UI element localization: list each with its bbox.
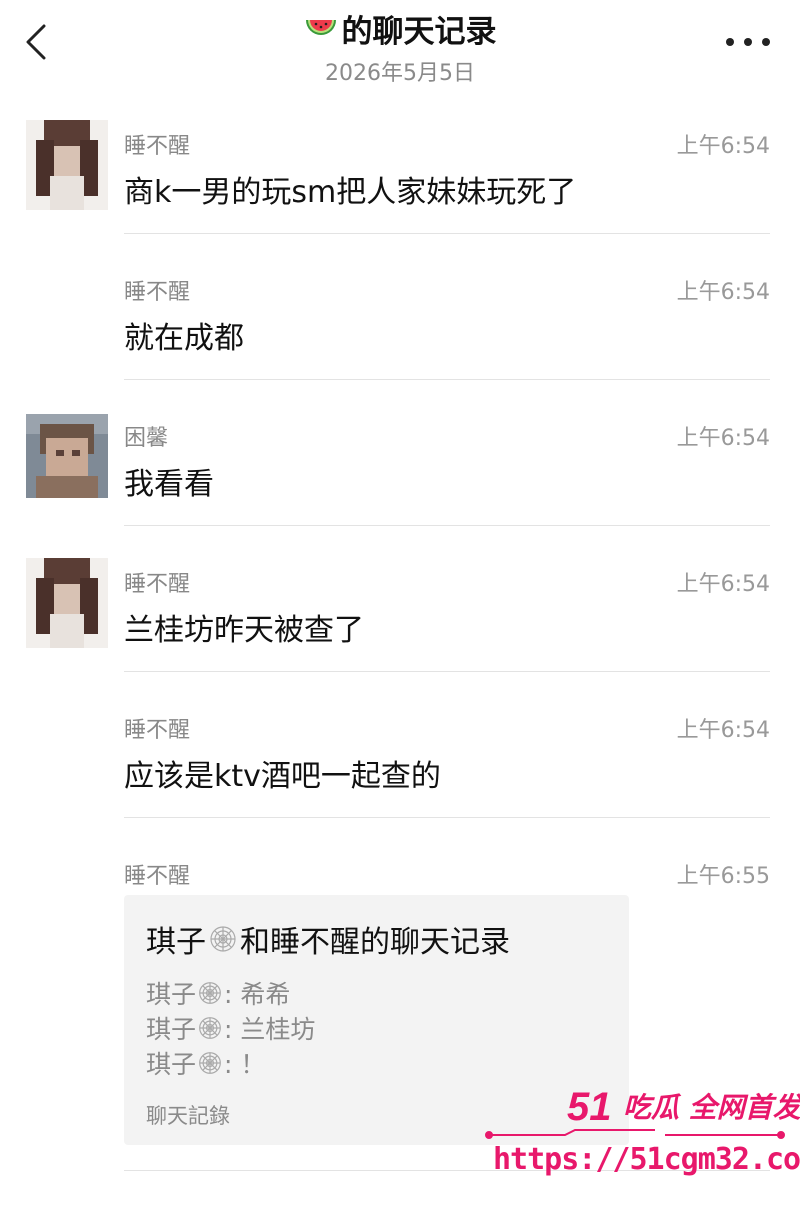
- chat-header: 的聊天记录 2026年5月5日: [0, 0, 800, 96]
- record-line-name: 琪子: [146, 1050, 197, 1079]
- message-divider: [124, 233, 770, 234]
- message-text: 兰桂坊昨天被查了: [124, 613, 364, 648]
- message-time: 上午6:54: [676, 572, 770, 597]
- record-footer: 聊天記錄: [146, 1104, 230, 1128]
- message-divider: [124, 817, 770, 818]
- spider-web-icon: [199, 1017, 221, 1039]
- record-line-text: : 兰桂坊: [224, 1015, 316, 1044]
- watermark-logo-text: 51: [567, 1085, 612, 1128]
- record-line-name: 琪子: [146, 1015, 197, 1044]
- record-line: 琪子 : 兰桂坊: [146, 1010, 315, 1046]
- title-text: 的聊天记录: [341, 14, 497, 50]
- message-time: 上午6:54: [676, 426, 770, 451]
- message-text: 应该是ktv酒吧一起查的: [124, 759, 441, 794]
- watermark-circuit-lines: [485, 1129, 785, 1139]
- spider-web-icon: [199, 1052, 221, 1074]
- record-line-text: : 希希: [224, 980, 291, 1009]
- chat-date: 2026年5月5日: [325, 61, 475, 86]
- watermelon-icon: [305, 19, 336, 35]
- spider-web-icon: [210, 926, 236, 952]
- message-time: 上午6:54: [676, 134, 770, 159]
- sender-name: 睡不醒: [124, 280, 191, 305]
- watermark-url: https://51cgm32.com: [493, 1142, 800, 1177]
- more-options-button[interactable]: [726, 30, 770, 54]
- watermark: 51 吃瓜 全网首发 https://51cgm32.com: [485, 1082, 800, 1182]
- more-dot-icon: [726, 38, 734, 46]
- record-title: 琪子 和睡不醒的聊天记录: [146, 917, 510, 961]
- avatar[interactable]: [26, 414, 108, 498]
- watermark-tagline: 吃瓜 全网首发: [623, 1091, 800, 1124]
- title-block: 的聊天记录 2026年5月5日: [0, 6, 800, 87]
- message-time: 上午6:55: [676, 864, 770, 889]
- message-divider: [124, 525, 770, 526]
- message-divider: [124, 671, 770, 672]
- spider-web-icon: [199, 982, 221, 1004]
- sender-name: 睡不醒: [124, 718, 191, 743]
- record-title-name: 琪子: [146, 925, 206, 960]
- sender-name: 困馨: [124, 426, 169, 451]
- more-dot-icon: [762, 38, 770, 46]
- record-line: 琪子 : ！: [146, 1045, 265, 1081]
- record-title-rest: 和睡不醒的聊天记录: [240, 925, 510, 960]
- message-text: 商k一男的玩sm把人家妹妹玩死了: [124, 175, 577, 210]
- message-text: 我看看: [124, 467, 214, 502]
- record-line-text: : ！: [224, 1050, 266, 1079]
- record-line-name: 琪子: [146, 980, 197, 1009]
- sender-name: 睡不醒: [124, 572, 191, 597]
- sender-name: 睡不醒: [124, 864, 191, 889]
- avatar[interactable]: [26, 120, 108, 210]
- message-time: 上午6:54: [676, 718, 770, 743]
- page-title: 的聊天记录: [304, 6, 497, 51]
- sender-name: 睡不醒: [124, 134, 191, 159]
- record-line: 琪子 : 希希: [146, 975, 290, 1011]
- message-time: 上午6:54: [676, 280, 770, 305]
- message-divider: [124, 379, 770, 380]
- more-dot-icon: [744, 38, 752, 46]
- message-text: 就在成都: [124, 321, 244, 356]
- avatar[interactable]: [26, 558, 108, 648]
